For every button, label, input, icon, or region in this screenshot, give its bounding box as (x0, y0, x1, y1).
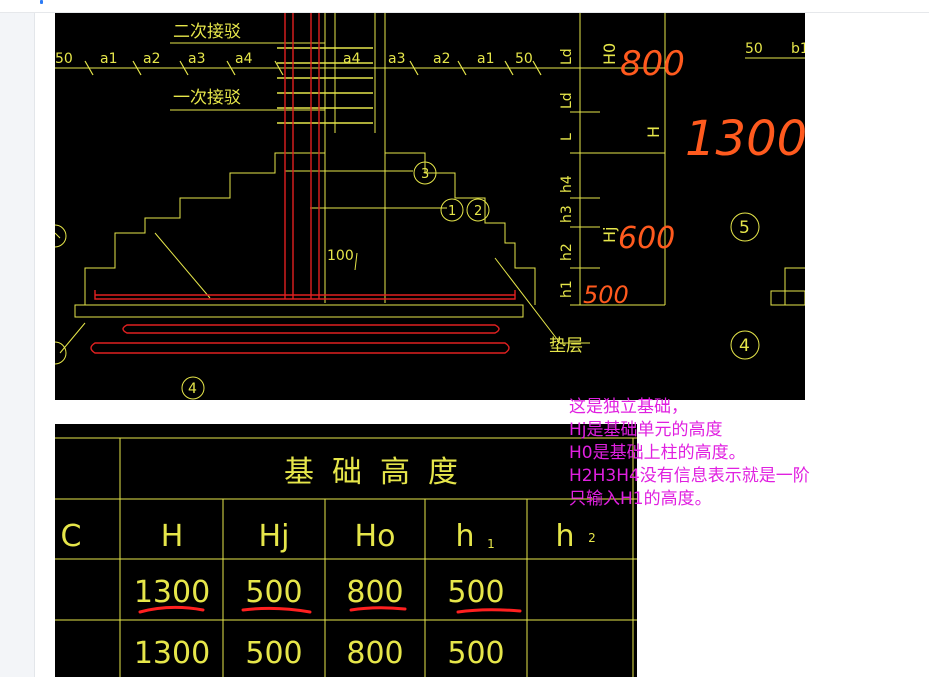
dim-a2-left: a2 (143, 51, 161, 67)
dim-a3-left: a3 (188, 51, 206, 67)
dim-50-left: 50 (55, 51, 73, 67)
table-row1-h1: 500 (447, 575, 504, 610)
table-text: 基础高度 C H Hj Ho h 1 h 2 1300 500 800 500 … (61, 455, 596, 671)
table-row2-h1: 500 (447, 636, 504, 671)
table-row2-h: 1300 (134, 636, 210, 671)
vdim-l: L (559, 133, 575, 141)
dim-b1-label: b1 (791, 41, 805, 57)
dim-50-far-right: 50 (745, 41, 763, 57)
handwritten-h-value: 1300 (685, 111, 805, 167)
table-header-c: C (61, 519, 82, 554)
table-header-h2: h (555, 519, 574, 554)
annotation-line: H0是基础上柱的高度。 (569, 443, 746, 463)
second-splice-label: 二次接驳 (173, 22, 241, 42)
marker-4-bottom: 4 (188, 381, 197, 397)
vdim-h4: h4 (559, 175, 575, 193)
dim-a4-left: a4 (235, 51, 253, 67)
vdim-ld-lower: Ld (559, 92, 575, 109)
height-table-svg: 基础高度 C H Hj Ho h 1 h 2 1300 500 800 500 … (55, 437, 637, 677)
vdim-h3: h3 (559, 205, 575, 223)
dim-a4-right: a4 (343, 51, 361, 67)
table-header-h: H (161, 519, 184, 554)
table-header-h2-subscript: 2 (588, 531, 596, 545)
annotation-line: H2H3H4没有信息表示就是一阶 (569, 466, 810, 486)
table-header-h1: h (455, 519, 474, 554)
annotation-line: 这是独立基础， (569, 397, 688, 417)
handwritten-hj-value: 600 (618, 221, 675, 256)
marker-3: 3 (421, 167, 429, 182)
vdim-h: H (644, 126, 663, 138)
table-row1-hj: 500 (245, 575, 302, 610)
foundation-section-drawing: 二次接驳 一次接驳 50 a1 a2 a3 a4 a4 a3 a2 a1 50 … (55, 13, 805, 400)
underline-h1 (456, 608, 522, 614)
dim-a2-right: a2 (433, 51, 451, 67)
section-text: 二次接驳 一次接驳 50 a1 a2 a3 a4 a4 a3 a2 a1 50 … (55, 22, 805, 397)
marker-4-right: 4 (739, 336, 750, 356)
dim-a1-right: a1 (477, 51, 495, 67)
handwritten-h0-value: 800 (620, 44, 685, 84)
annotation-line: Hj是基础单元的高度 (569, 420, 723, 440)
table-row1-h: 1300 (134, 575, 210, 610)
handwritten-h1-value: 500 (583, 281, 629, 309)
first-splice-label: 一次接驳 (173, 88, 241, 108)
section-linework (55, 13, 805, 400)
left-sidebar (0, 13, 35, 677)
foundation-height-table: 基础高度 C H Hj Ho h 1 h 2 1300 500 800 500 … (55, 424, 637, 677)
table-header-ho: Ho (355, 519, 396, 554)
vdim-ld-upper: Ld (559, 48, 575, 65)
vdim-h0: H0 (600, 43, 619, 65)
vdim-hj: Hj (600, 227, 619, 243)
marker-5: 5 (739, 218, 750, 238)
vdim-h1: h1 (559, 280, 575, 298)
marker-2: 2 (474, 204, 482, 219)
annotation-line: 只输入H1的高度。 (569, 489, 712, 509)
table-header-h1-subscript: 1 (487, 537, 495, 551)
table-row2-hj: 500 (245, 636, 302, 671)
marker-1: 1 (448, 204, 456, 219)
top-toolbar (0, 0, 929, 13)
dim-50-right: 50 (515, 51, 533, 67)
dim-a1-left: a1 (100, 51, 118, 67)
table-row2-ho: 800 (346, 636, 403, 671)
dim-100-label: 100 (327, 248, 354, 264)
toolbar-indicator-icon (40, 0, 43, 4)
vdim-h2: h2 (559, 243, 575, 261)
foundation-section-svg: 二次接驳 一次接驳 50 a1 a2 a3 a4 a4 a3 a2 a1 50 … (55, 13, 805, 400)
handwritten-values: 800 1300 600 500 (583, 44, 805, 309)
table-row1-ho: 800 (346, 575, 403, 610)
annotation-note: 这是独立基础， Hj是基础单元的高度 H0是基础上柱的高度。 H2H3H4没有信… (569, 396, 810, 511)
table-header-hj: Hj (259, 519, 290, 554)
cushion-label: 垫层 (549, 336, 583, 356)
table-title: 基础高度 (284, 455, 476, 490)
dim-a3-right: a3 (388, 51, 406, 67)
